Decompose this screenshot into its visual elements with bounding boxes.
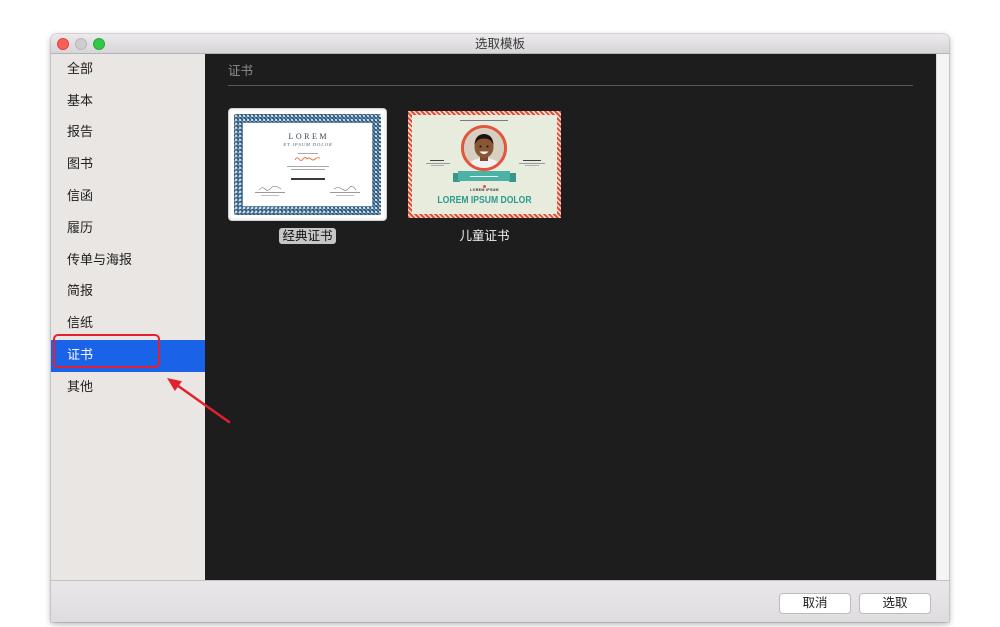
certificate-text-line — [297, 153, 318, 154]
ribbon-text-line — [470, 175, 498, 177]
sidebar-item-resumes[interactable]: 履历 — [51, 213, 205, 245]
left-label-rule — [426, 163, 450, 164]
cancel-button[interactable]: 取消 — [779, 593, 851, 614]
annotation-highlight-box — [53, 334, 160, 368]
template-name-label: 儿童证书 — [405, 227, 564, 245]
window-title: 选取模板 — [474, 37, 525, 51]
template-gallery: 证书 LOREM ET IPSUM DOLOR 经典证书 LOREM IPSUM… — [205, 54, 936, 580]
template-name-text: 经典证书 — [279, 228, 336, 244]
ribbon-tail-right — [509, 173, 516, 182]
dialog-footer: 取消 选取 — [51, 580, 949, 622]
sidebar-item-books[interactable]: 图书 — [51, 149, 205, 181]
certificate-caption: LOREM IPSUM — [470, 188, 499, 192]
template-thumbnail-frame[interactable]: LOREM ET IPSUM DOLOR — [228, 108, 387, 221]
section-divider — [228, 85, 913, 86]
certificate-text-line — [286, 166, 329, 167]
certificate-headline: LOREM IPSUM DOLOR — [437, 195, 532, 206]
template-name-label: 经典证书 — [228, 227, 387, 245]
category-sidebar: 全部 基本 报告 图书 信函 履历 传单与海报 简报 信纸 证书 其他 — [51, 54, 205, 580]
scrollbar-track[interactable] — [936, 54, 949, 580]
sidebar-item-miscellaneous[interactable]: 其他 — [51, 372, 205, 404]
template-chooser-window: 选取模板 全部 基本 报告 图书 信函 履历 传单与海报 简报 信纸 证书 其他… — [51, 34, 949, 622]
sidebar-item-newsletters[interactable]: 简报 — [51, 277, 205, 309]
sidebar-item-all[interactable]: 全部 — [51, 54, 205, 86]
signature-line — [330, 192, 360, 193]
signature-caption-line — [336, 195, 354, 196]
template-thumbnail-frame[interactable]: LOREM IPSUM LOREM IPSUM DOLOR — [405, 108, 564, 221]
certificate-bold-line — [290, 178, 325, 180]
signature-right-icon — [333, 186, 357, 191]
right-label-text-line — [523, 160, 541, 161]
left-label-text-line — [430, 160, 444, 161]
sidebar-item-basic[interactable]: 基本 — [51, 86, 205, 118]
kids-certificate-preview: LOREM IPSUM LOREM IPSUM DOLOR — [408, 111, 561, 218]
sidebar-item-flyers-and-posters[interactable]: 传单与海报 — [51, 245, 205, 277]
signature-left-icon — [258, 186, 282, 191]
certificate-title: LOREM — [288, 132, 329, 141]
signature-caption-line — [261, 195, 279, 196]
right-label-caption-line — [525, 165, 539, 166]
classic-certificate-preview: LOREM ET IPSUM DOLOR — [231, 111, 384, 218]
template-classic-certificate[interactable]: LOREM ET IPSUM DOLOR 经典证书 — [228, 108, 387, 248]
kid-portrait-icon — [464, 128, 504, 168]
signature-line — [255, 192, 285, 193]
certificate-text-line — [290, 169, 325, 170]
template-kids-certificate[interactable]: LOREM IPSUM LOREM IPSUM DOLOR 儿童证书 — [405, 108, 564, 248]
certificate-top-text-line — [460, 120, 508, 121]
left-label-caption-line — [431, 165, 444, 166]
certificate-subtitle: ET IPSUM DOLOR — [283, 142, 333, 147]
kid-portrait-photo — [461, 125, 507, 171]
section-title: 证书 — [228, 64, 254, 78]
sidebar-item-letters[interactable]: 信函 — [51, 181, 205, 213]
right-label-rule — [519, 163, 545, 164]
certificate-recipient-script — [294, 157, 321, 161]
template-name-text: 儿童证书 — [459, 229, 510, 243]
title-bar[interactable]: 选取模板 — [51, 34, 949, 54]
sidebar-item-reports[interactable]: 报告 — [51, 118, 205, 150]
choose-button[interactable]: 选取 — [859, 593, 931, 614]
